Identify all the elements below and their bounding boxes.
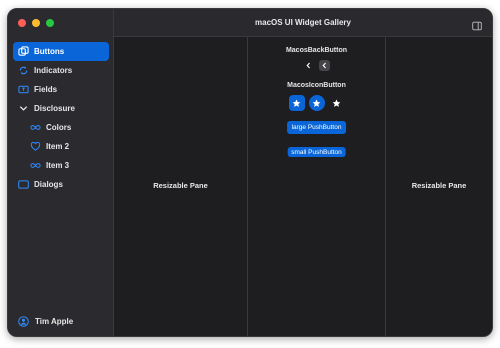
icon-button-heading: MacosIconButton <box>287 82 346 89</box>
sidebar-item-label: Disclosure <box>34 104 75 113</box>
sidebar-item-label: Colors <box>46 123 72 132</box>
person-circle-icon <box>18 316 29 327</box>
app-window: Buttons Indicators Fields Disclosure Col… <box>7 8 493 337</box>
infinity-icon <box>30 122 41 133</box>
sidebar-item-fields[interactable]: Fields <box>13 80 109 99</box>
large-push-button[interactable]: large PushButton <box>286 121 347 134</box>
window-title: macOS UI Widget Gallery <box>255 18 351 27</box>
chevron-left-icon <box>306 62 310 69</box>
icon-button-plain[interactable] <box>329 95 345 111</box>
back-button-heading: MacosBackButton <box>285 47 348 54</box>
split-panes: Resizable Pane MacosBackButton MacosIcon… <box>114 37 492 336</box>
left-pane-label: Resizable Pane <box>153 181 208 190</box>
sidebar-toggle-icon[interactable] <box>472 18 482 31</box>
right-pane-label: Resizable Pane <box>411 181 467 190</box>
sidebar-item-indicators[interactable]: Indicators <box>13 61 109 80</box>
arrows-circle-icon <box>18 65 29 76</box>
user-profile[interactable]: Tim Apple <box>18 316 73 327</box>
icon-button-circle[interactable] <box>308 95 325 111</box>
icon-button-row <box>248 95 385 111</box>
heart-icon <box>30 141 41 152</box>
traffic-lights <box>18 19 54 27</box>
zoom-window-button[interactable] <box>46 19 54 27</box>
sidebar-item-colors[interactable]: Colors <box>13 118 109 137</box>
sidebar-item-label: Item 2 <box>46 142 70 151</box>
icon-button-square[interactable] <box>288 95 305 111</box>
sidebar-item-disclosure[interactable]: Disclosure <box>13 99 109 118</box>
sidebar-list: Buttons Indicators Fields Disclosure Col… <box>13 42 109 194</box>
sidebar: Buttons Indicators Fields Disclosure Col… <box>8 9 114 336</box>
sidebar-item-item-2[interactable]: Item 2 <box>13 137 109 156</box>
chevron-left-icon <box>322 62 326 69</box>
minimize-window-button[interactable] <box>32 19 40 27</box>
sidebar-item-buttons[interactable]: Buttons <box>13 42 109 61</box>
buttons-demo-pane: MacosBackButton MacosIconButton large Pu… <box>248 37 386 336</box>
small-push-button[interactable]: small PushButton <box>287 147 346 157</box>
content-area: macOS UI Widget Gallery Resizable Pane M… <box>114 9 492 336</box>
back-button-filled[interactable] <box>319 60 330 71</box>
title-bar: macOS UI Widget Gallery <box>114 9 492 37</box>
sidebar-item-label: Indicators <box>34 66 73 75</box>
user-name: Tim Apple <box>35 317 74 326</box>
chevron-down-icon <box>18 103 29 114</box>
sidebar-item-label: Fields <box>34 85 58 94</box>
sidebar-item-item-3[interactable]: Item 3 <box>13 156 109 175</box>
star-icon <box>312 99 321 107</box>
sidebar-item-dialogs[interactable]: Dialogs <box>13 175 109 194</box>
infinity-icon <box>30 160 41 171</box>
back-button-plain[interactable] <box>303 60 314 71</box>
back-button-row <box>248 60 385 71</box>
right-resizable-pane: Resizable Pane <box>386 37 492 336</box>
left-resizable-pane: Resizable Pane <box>114 37 248 336</box>
star-icon <box>332 99 341 107</box>
rectangle-icon <box>18 179 29 190</box>
star-icon <box>292 99 301 107</box>
square-on-square-icon <box>18 46 29 57</box>
sidebar-item-label: Buttons <box>34 47 65 56</box>
sidebar-item-label: Item 3 <box>46 161 70 170</box>
close-window-button[interactable] <box>18 19 26 27</box>
textfield-icon <box>18 84 29 95</box>
sidebar-item-label: Dialogs <box>34 180 63 189</box>
